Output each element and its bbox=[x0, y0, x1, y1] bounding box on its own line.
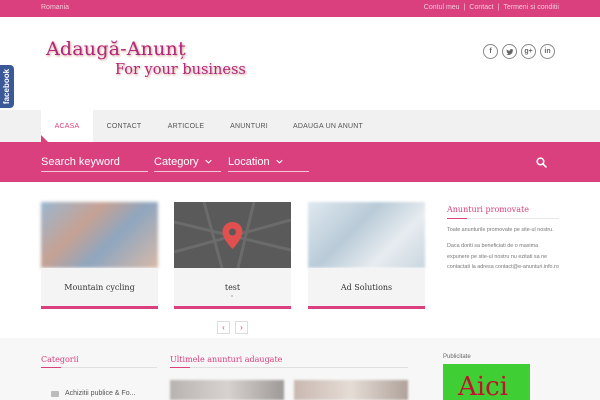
search-bar: Search keyword Category Location bbox=[0, 142, 600, 182]
main-nav: ACASA CONTACT ARTICOLE ANUNTURI ADAUGA U… bbox=[0, 110, 600, 142]
promo-title: Anunturi promovate bbox=[447, 205, 529, 214]
separator: | bbox=[497, 4, 500, 11]
location-select[interactable]: Location bbox=[228, 152, 309, 172]
link-my-account[interactable]: Contul meu bbox=[424, 4, 460, 11]
category-item-label: Achizitii publice & Fo... bbox=[65, 390, 136, 397]
chevron-down-icon bbox=[204, 159, 212, 164]
search-button[interactable] bbox=[523, 152, 559, 172]
social-links: f g+ in bbox=[483, 44, 555, 59]
publicity-label: Publicitate bbox=[443, 354, 471, 360]
card-accent-bar bbox=[41, 306, 158, 309]
search-icon bbox=[535, 156, 547, 168]
logo-title[interactable]: Adaugă-Anunț bbox=[46, 38, 186, 60]
separator: | bbox=[463, 4, 466, 11]
nav-item-anunturi[interactable]: ANUNTURI bbox=[217, 110, 281, 142]
categories-divider bbox=[41, 367, 157, 368]
card-dot bbox=[231, 295, 233, 297]
card-image[interactable] bbox=[173, 201, 292, 269]
location-label: Location bbox=[228, 155, 270, 168]
search-placeholder: Search keyword bbox=[41, 155, 120, 168]
card-title[interactable]: Ad Solutions bbox=[308, 268, 425, 306]
carousel-prev-button[interactable]: ‹ bbox=[217, 321, 230, 334]
category-item[interactable]: Achizitii publice & Fo... bbox=[51, 390, 135, 397]
folder-icon bbox=[51, 390, 59, 397]
nav-item-adauga-anunt[interactable]: ADAUGA UN ANUNT bbox=[281, 110, 375, 142]
card-title[interactable]: Mountain cycling bbox=[41, 268, 158, 306]
banner-text: Aici bbox=[458, 372, 508, 400]
promo-divider bbox=[447, 218, 559, 219]
latest-ads-title: Ultimele anunturi adaugate bbox=[170, 355, 283, 364]
carousel-next-button[interactable]: › bbox=[235, 321, 248, 334]
nav-item-articole[interactable]: ARTICOLE bbox=[155, 110, 217, 142]
promo-text-2: Daca doriti sa beneficiati de o maxima e… bbox=[447, 243, 559, 270]
card-accent-bar bbox=[308, 306, 425, 309]
logo-subtitle: For your business bbox=[115, 62, 246, 78]
promo-text: Toate anunturile promovate pe site-ul no… bbox=[447, 225, 562, 272]
latest-ads-divider bbox=[170, 367, 408, 368]
featured-card[interactable]: Mountain cycling bbox=[41, 202, 158, 309]
search-input[interactable]: Search keyword bbox=[41, 152, 148, 172]
category-label: Category bbox=[154, 155, 199, 168]
facebook-side-tab[interactable]: facebook bbox=[0, 65, 14, 108]
google-plus-icon[interactable]: g+ bbox=[521, 44, 536, 59]
nav-item-acasa[interactable]: ACASA bbox=[41, 110, 93, 142]
chevron-down-icon bbox=[275, 159, 283, 164]
facebook-icon[interactable]: f bbox=[483, 44, 498, 59]
card-image[interactable] bbox=[41, 202, 158, 268]
latest-ad-image[interactable] bbox=[170, 380, 284, 400]
categories-title: Categorii bbox=[41, 355, 79, 364]
featured-card[interactable]: Ad Solutions bbox=[308, 202, 425, 309]
header: Adaugă-Anunț For your business f g+ in bbox=[0, 17, 600, 110]
category-select[interactable]: Category bbox=[154, 152, 221, 172]
publicity-banner[interactable]: Aici bbox=[443, 364, 530, 400]
top-bar: Romania Contul meu | Contact | Termeni s… bbox=[0, 0, 600, 17]
latest-ad-image[interactable] bbox=[294, 380, 408, 400]
card-image[interactable] bbox=[308, 202, 425, 268]
country-label: Romania bbox=[41, 4, 70, 11]
map-pin-graphic bbox=[173, 201, 292, 269]
twitter-icon[interactable] bbox=[502, 44, 517, 59]
link-terms[interactable]: Termeni si conditii bbox=[503, 4, 559, 11]
link-contact[interactable]: Contact bbox=[469, 4, 493, 11]
top-links: Contul meu | Contact | Termeni si condit… bbox=[424, 4, 559, 11]
promo-text-1: Toate anunturile promovate pe site-ul no… bbox=[447, 227, 554, 233]
featured-card[interactable]: test bbox=[173, 201, 292, 309]
linkedin-icon[interactable]: in bbox=[540, 44, 555, 59]
carousel-controls: ‹ › bbox=[217, 321, 248, 334]
nav-item-contact[interactable]: CONTACT bbox=[93, 110, 155, 142]
card-accent-bar bbox=[174, 306, 291, 309]
card-title[interactable]: test bbox=[174, 268, 291, 306]
